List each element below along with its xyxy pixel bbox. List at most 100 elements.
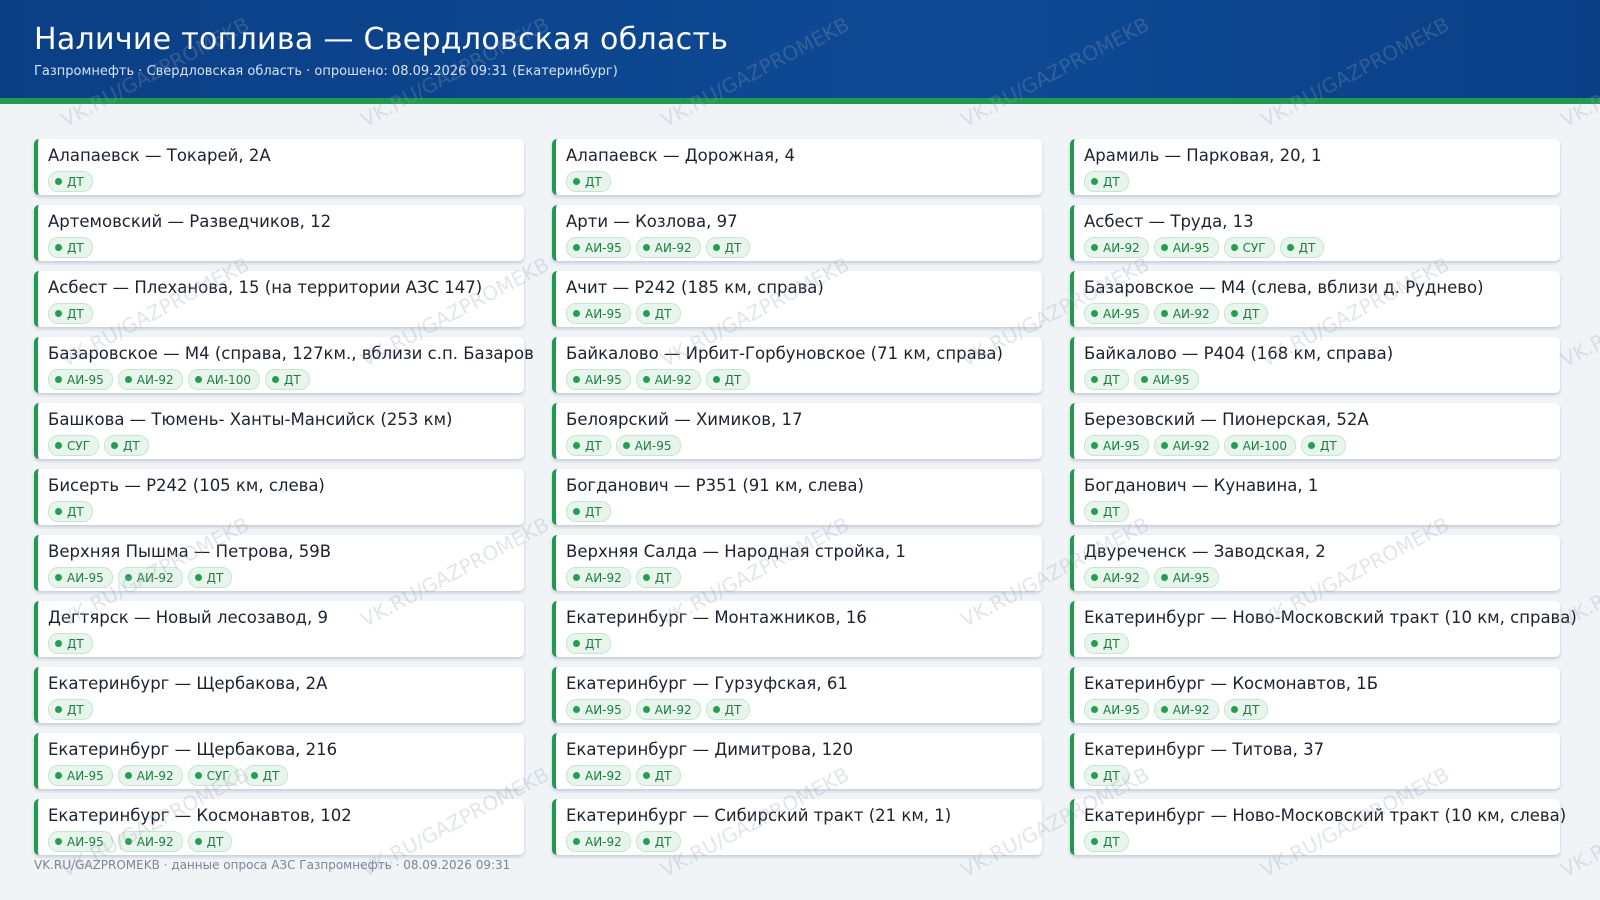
availability-dot-icon bbox=[272, 376, 280, 383]
fuel-chip: ДТ bbox=[1084, 831, 1129, 852]
availability-dot-icon bbox=[573, 244, 580, 251]
fuel-chip-label: АИ-95 bbox=[67, 570, 104, 585]
availability-dot-icon bbox=[1091, 376, 1098, 383]
station-card[interactable]: Асбест — Плеханова, 15 (на территории АЗ… bbox=[34, 271, 524, 327]
availability-dot-icon bbox=[1091, 574, 1098, 581]
fuel-chip-label: АИ-95 bbox=[1103, 702, 1140, 717]
station-card[interactable]: Екатеринбург — Титова, 37 ДТ bbox=[1070, 733, 1560, 789]
fuel-chip-label: ДТ bbox=[1103, 768, 1120, 783]
fuel-chip-list: АИ-92 ДТ bbox=[566, 567, 681, 588]
station-card[interactable]: Березовский — Пионерская, 52А АИ-95 АИ-92 А… bbox=[1070, 403, 1560, 459]
station-card[interactable]: Асбест — Труда, 13 АИ-92 АИ-95 СУГ ДТ bbox=[1070, 205, 1560, 261]
fuel-chip-label: ДТ bbox=[585, 438, 602, 453]
availability-dot-icon bbox=[124, 772, 132, 779]
station-card[interactable]: Байкалово — Ирбит-Горбуновское (71 км, с… bbox=[552, 337, 1042, 393]
availability-dot-icon bbox=[1091, 178, 1098, 185]
fuel-chip-label: ДТ bbox=[67, 174, 84, 189]
station-card[interactable]: Екатеринбург — Щербакова, 216 АИ-95 АИ-92 С… bbox=[34, 733, 524, 789]
availability-dot-icon bbox=[250, 772, 258, 779]
station-card[interactable]: Башкова — Тюмень- Ханты-Мансийск (253 км… bbox=[34, 403, 524, 459]
station-card[interactable]: Артемовский — Разведчиков, 12 ДТ bbox=[34, 205, 524, 261]
station-card[interactable]: Екатеринбург — Космонавтов, 1Б АИ-95 АИ-92… bbox=[1070, 667, 1560, 723]
station-name: Богданович — Р351 (91 км, слева) bbox=[566, 476, 864, 495]
fuel-chip: АИ-95 bbox=[48, 831, 113, 852]
availability-dot-icon bbox=[55, 310, 62, 317]
station-card[interactable]: Екатеринбург — Ново-Московский тракт (10… bbox=[1070, 799, 1566, 855]
station-card[interactable]: Екатеринбург — Димитрова, 120 АИ-92 ДТ bbox=[552, 733, 1042, 789]
fuel-chip-label: АИ-95 bbox=[1103, 438, 1140, 453]
fuel-chip-list: ДТ АИ-95 bbox=[566, 435, 681, 456]
availability-dot-icon bbox=[1160, 706, 1168, 713]
availability-dot-icon bbox=[1308, 442, 1316, 449]
fuel-chip: СУГ bbox=[1223, 237, 1275, 258]
station-name: Арамиль — Парковая, 20, 1 bbox=[1084, 146, 1322, 165]
station-card[interactable]: Екатеринбург — Гурзуфская, 61 АИ-95 АИ-92 Д… bbox=[552, 667, 1042, 723]
fuel-chip: АИ-92 bbox=[117, 831, 183, 852]
fuel-chip-label: ДТ bbox=[1320, 438, 1337, 453]
station-card[interactable]: Верхняя Салда — Народная стройка, 1 АИ-92… bbox=[552, 535, 1042, 591]
availability-dot-icon bbox=[111, 442, 119, 449]
station-card[interactable]: Богданович — Р351 (91 км, слева) ДТ bbox=[552, 469, 1042, 525]
fuel-chip: АИ-95 bbox=[1153, 237, 1219, 258]
fuel-chip: ДТ bbox=[1279, 237, 1325, 258]
fuel-chip: ДТ bbox=[48, 303, 93, 324]
availability-dot-icon bbox=[55, 178, 62, 185]
fuel-chip-label: АИ-92 bbox=[1172, 438, 1210, 453]
fuel-chip-list: АИ-95 АИ-92 ДТ bbox=[1084, 699, 1269, 720]
fuel-chip: АИ-92 bbox=[117, 765, 183, 786]
station-card[interactable]: Двуреченск — Заводская, 2 АИ-92 АИ-95 bbox=[1070, 535, 1560, 591]
station-card[interactable]: Ачит — Р242 (185 км, справа) АИ-95 ДТ bbox=[552, 271, 1042, 327]
page-subtitle: Газпромнефть · Свердловская область · оп… bbox=[34, 64, 618, 79]
station-card[interactable]: Дегтярск — Новый лесозавод, 9 ДТ bbox=[34, 601, 524, 657]
fuel-chip-label: АИ-92 bbox=[136, 768, 174, 783]
availability-dot-icon bbox=[55, 772, 62, 779]
fuel-chip-list: АИ-95 АИ-92 ДТ bbox=[1084, 303, 1269, 324]
station-card[interactable]: Арти — Козлова, 97 АИ-95 АИ-92 ДТ bbox=[552, 205, 1042, 261]
fuel-chip-label: АИ-95 bbox=[585, 702, 622, 717]
fuel-chip-list: ДТ bbox=[48, 303, 93, 324]
availability-dot-icon bbox=[55, 838, 62, 845]
availability-dot-icon bbox=[1091, 244, 1098, 251]
availability-dot-icon bbox=[1230, 310, 1238, 317]
station-name: Артемовский — Разведчиков, 12 bbox=[48, 212, 332, 231]
station-card[interactable]: Бисерть — Р242 (105 км, слева) ДТ bbox=[34, 469, 524, 525]
availability-dot-icon bbox=[55, 574, 62, 581]
station-card[interactable]: Алапаевск — Дорожная, 4 ДТ bbox=[552, 139, 1042, 195]
fuel-chip: ДТ bbox=[635, 303, 681, 324]
fuel-chip-label: ДТ bbox=[1103, 834, 1120, 849]
station-card[interactable]: Верхняя Пышма — Петрова, 59В АИ-95 АИ-92 ДТ bbox=[34, 535, 524, 591]
availability-dot-icon bbox=[573, 310, 580, 317]
station-card[interactable]: Екатеринбург — Монтажников, 16 ДТ bbox=[552, 601, 1042, 657]
fuel-chip: ДТ bbox=[635, 831, 681, 852]
station-card[interactable]: Базаровское — М4 (слева, вблизи д. Рудне… bbox=[1070, 271, 1560, 327]
fuel-chip: АИ-92 bbox=[1084, 567, 1149, 588]
station-card[interactable]: Екатеринбург — Сибирский тракт (21 км, 1… bbox=[552, 799, 1042, 855]
station-card[interactable]: Арамиль — Парковая, 20, 1 ДТ bbox=[1070, 139, 1560, 195]
fuel-chip-label: ДТ bbox=[1103, 636, 1120, 651]
station-card[interactable]: Базаровское — М4 (справа, 127км., вблизи… bbox=[34, 337, 534, 393]
fuel-chip-label: АИ-95 bbox=[1103, 306, 1140, 321]
station-name: Двуреченск — Заводская, 2 bbox=[1084, 542, 1326, 561]
station-card[interactable]: Белоярский — Химиков, 17 ДТ АИ-95 bbox=[552, 403, 1042, 459]
fuel-chip-list: СУГ ДТ bbox=[48, 435, 149, 456]
fuel-chip: АИ-95 bbox=[566, 303, 631, 324]
availability-dot-icon bbox=[1230, 244, 1238, 251]
fuel-chip: СУГ bbox=[48, 435, 100, 456]
station-name: Екатеринбург — Космонавтов, 1Б bbox=[1084, 674, 1379, 693]
fuel-chip-label: АИ-95 bbox=[585, 306, 622, 321]
station-card[interactable]: Екатеринбург — Щербакова, 2А ДТ bbox=[34, 667, 524, 723]
fuel-chip: ДТ bbox=[635, 765, 681, 786]
station-name: Алапаевск — Токарей, 2А bbox=[48, 146, 271, 165]
fuel-chip-label: ДТ bbox=[654, 570, 672, 585]
station-name: Асбест — Труда, 13 bbox=[1084, 212, 1254, 231]
station-card[interactable]: Богданович — Кунавина, 1 ДТ bbox=[1070, 469, 1560, 525]
station-card[interactable]: Екатеринбург — Ново-Московский тракт (10… bbox=[1070, 601, 1577, 657]
station-card[interactable]: Байкалово — Р404 (168 км, справа) ДТ АИ-95 bbox=[1070, 337, 1560, 393]
station-card[interactable]: Екатеринбург — Космонавтов, 102 АИ-95 АИ-9… bbox=[34, 799, 524, 855]
fuel-chip-label: АИ-92 bbox=[654, 240, 692, 255]
fuel-chip-label: ДТ bbox=[1103, 504, 1120, 519]
fuel-chip-label: ДТ bbox=[724, 702, 742, 717]
station-card[interactable]: Алапаевск — Токарей, 2А ДТ bbox=[34, 139, 524, 195]
fuel-chip: ДТ bbox=[1223, 699, 1269, 720]
station-name: Богданович — Кунавина, 1 bbox=[1084, 476, 1319, 495]
